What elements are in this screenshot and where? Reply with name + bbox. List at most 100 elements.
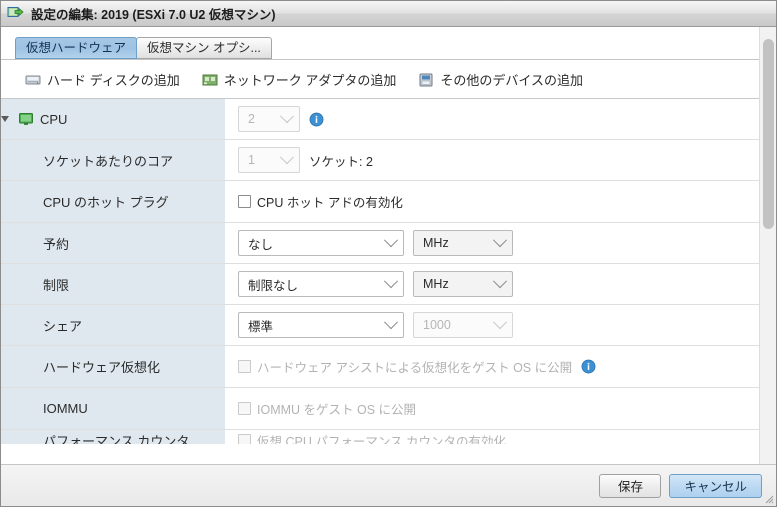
add-hard-disk-label: ハード ディスクの追加 bbox=[47, 73, 180, 88]
chevron-down-icon bbox=[383, 315, 399, 330]
tab-bar: 仮想ハードウェア 仮想マシン オプシ... bbox=[1, 27, 759, 59]
save-button-label: 保存 bbox=[617, 480, 643, 494]
settings-row-cpu-hot-plug: CPU のホット プラグ CPU ホット アドの有効化 bbox=[1, 181, 759, 223]
limit-label-cell: 制限 bbox=[1, 264, 226, 304]
cpu-monitor-icon bbox=[19, 113, 33, 125]
reservation-unit-value: MHz bbox=[423, 236, 449, 250]
settings-row-reservation: 予約 なし MHz bbox=[1, 223, 759, 264]
checkbox-box-icon bbox=[238, 195, 251, 208]
reservation-label-cell: 予約 bbox=[1, 223, 226, 263]
limit-value-cell: 制限なし MHz bbox=[226, 264, 759, 304]
iommu-label: IOMMU bbox=[43, 401, 88, 416]
save-button[interactable]: 保存 bbox=[599, 473, 662, 498]
settings-table: CPU 2 ソケットあたりのコア 1 ソケット: 2 CPU のホット プラグ … bbox=[1, 98, 759, 444]
vertical-scrollbar[interactable] bbox=[759, 27, 776, 464]
iommu-value-cell: IOMMU をゲスト OS に公開 bbox=[226, 388, 759, 429]
enable-virtual-cpu-perf-counters-label: 仮想 CPU パフォーマンス カウンタの有効化 bbox=[257, 435, 507, 444]
settings-row-cores-per-socket: ソケットあたりのコア 1 ソケット: 2 bbox=[1, 140, 759, 181]
chevron-down-icon bbox=[383, 274, 399, 289]
settings-row-hardware-virtualization: ハードウェア仮想化 ハードウェア アシストによる仮想化をゲスト OS に公開 bbox=[1, 346, 759, 388]
sockets-note: ソケット: 2 bbox=[309, 154, 373, 169]
shares-label: シェア bbox=[43, 318, 83, 334]
limit-value: 制限なし bbox=[248, 278, 299, 293]
performance-counters-label: パフォーマンス カウンタ bbox=[43, 434, 190, 444]
checkbox-box-icon bbox=[238, 360, 251, 373]
virtual-machine-icon bbox=[7, 6, 24, 17]
add-other-device-label: その他のデバイスの追加 bbox=[440, 73, 583, 88]
expose-hardware-assist-label: ハードウェア アシストによる仮想化をゲスト OS に公開 bbox=[257, 361, 573, 375]
expose-iommu-checkbox[interactable]: IOMMU をゲスト OS に公開 bbox=[238, 399, 416, 418]
add-hard-disk-button[interactable]: ハード ディスクの追加 bbox=[25, 70, 180, 89]
shares-amount-select[interactable]: 1000 bbox=[413, 312, 513, 338]
cpu-count-value: 2 bbox=[248, 112, 255, 126]
cores-per-socket-select[interactable]: 1 bbox=[238, 147, 300, 173]
hardware-virtualization-label-cell: ハードウェア仮想化 bbox=[1, 346, 226, 387]
tab-virtual-hardware[interactable]: 仮想ハードウェア bbox=[15, 37, 138, 59]
expose-iommu-label: IOMMU をゲスト OS に公開 bbox=[257, 403, 417, 417]
tab-vm-options-label: 仮想マシン オプシ... bbox=[147, 41, 261, 55]
shares-select[interactable]: 標準 bbox=[238, 312, 404, 338]
add-network-adapter-button[interactable]: ネットワーク アダプタの追加 bbox=[202, 70, 397, 89]
add-device-toolbar: ハード ディスクの追加 ネットワーク アダプタの追加 その他のデバイスの追加 bbox=[1, 60, 759, 98]
settings-row-limit: 制限 制限なし MHz bbox=[1, 264, 759, 305]
info-icon[interactable] bbox=[309, 112, 324, 127]
scrollbar-thumb[interactable] bbox=[763, 39, 774, 229]
cpu-count-select[interactable]: 2 bbox=[238, 106, 300, 132]
settings-row-performance-counters: パフォーマンス カウンタ 仮想 CPU パフォーマンス カウンタの有効化 bbox=[1, 430, 759, 444]
resize-grip-icon[interactable] bbox=[762, 492, 774, 504]
cpu-hot-plug-label-cell: CPU のホット プラグ bbox=[1, 181, 226, 222]
reservation-value: なし bbox=[248, 237, 274, 252]
cores-per-socket-value-cell: 1 ソケット: 2 bbox=[226, 140, 759, 180]
shares-value: 標準 bbox=[248, 319, 274, 334]
network-adapter-icon bbox=[202, 74, 218, 85]
chevron-down-icon bbox=[279, 150, 295, 165]
settings-row-cpu: CPU 2 bbox=[1, 99, 759, 140]
limit-label: 制限 bbox=[43, 277, 70, 293]
tab-vm-options[interactable]: 仮想マシン オプシ... bbox=[136, 37, 272, 59]
reservation-select[interactable]: なし bbox=[238, 230, 404, 256]
hardware-virtualization-label: ハードウェア仮想化 bbox=[43, 360, 161, 375]
title-bar: 設定の編集: 2019 (ESXi 7.0 U2 仮想マシン) bbox=[1, 1, 776, 27]
cancel-button-label: キャンセル bbox=[684, 480, 747, 494]
chevron-down-icon bbox=[492, 274, 508, 289]
performance-counters-label-cell: パフォーマンス カウンタ bbox=[1, 430, 226, 444]
cpu-hot-plug-label: CPU のホット プラグ bbox=[43, 195, 169, 210]
dialog-footer: 保存 キャンセル bbox=[1, 465, 776, 506]
cpu-hot-add-checkbox[interactable]: CPU ホット アドの有効化 bbox=[238, 192, 403, 211]
chevron-down-icon bbox=[492, 233, 508, 248]
reservation-unit-select[interactable]: MHz bbox=[413, 230, 513, 256]
expose-hardware-assist-checkbox[interactable]: ハードウェア アシストによる仮想化をゲスト OS に公開 bbox=[238, 357, 572, 376]
shares-value-cell: 標準 1000 bbox=[226, 305, 759, 345]
limit-unit-value: MHz bbox=[423, 277, 449, 291]
cpu-row-label-cell: CPU bbox=[1, 99, 226, 139]
dialog-body: 仮想ハードウェア 仮想マシン オプシ... ハード ディスクの追加 ネットワーク… bbox=[1, 27, 776, 465]
shares-label-cell: シェア bbox=[1, 305, 226, 345]
add-other-device-button[interactable]: その他のデバイスの追加 bbox=[418, 70, 583, 89]
chevron-down-icon bbox=[492, 315, 508, 330]
cancel-button[interactable]: キャンセル bbox=[669, 473, 762, 498]
reservation-label: 予約 bbox=[43, 236, 70, 252]
settings-row-shares: シェア 標準 1000 bbox=[1, 305, 759, 346]
add-network-adapter-label: ネットワーク アダプタの追加 bbox=[223, 73, 397, 88]
chevron-down-icon bbox=[383, 233, 399, 248]
other-device-icon bbox=[419, 73, 433, 86]
edit-settings-dialog: 設定の編集: 2019 (ESXi 7.0 U2 仮想マシン) 仮想ハードウェア… bbox=[0, 0, 777, 507]
cpu-row-value-cell: 2 bbox=[226, 99, 759, 139]
limit-unit-select[interactable]: MHz bbox=[413, 271, 513, 297]
shares-amount-value: 1000 bbox=[423, 318, 451, 332]
reservation-value-cell: なし MHz bbox=[226, 223, 759, 263]
cores-per-socket-label: ソケットあたりのコア bbox=[43, 153, 174, 169]
limit-select[interactable]: 制限なし bbox=[238, 271, 404, 297]
cpu-hot-plug-value-cell: CPU ホット アドの有効化 bbox=[226, 181, 759, 222]
chevron-down-icon[interactable] bbox=[1, 116, 9, 122]
chevron-down-icon bbox=[279, 109, 295, 124]
performance-counters-value-cell: 仮想 CPU パフォーマンス カウンタの有効化 bbox=[226, 430, 759, 444]
tab-virtual-hardware-label: 仮想ハードウェア bbox=[26, 41, 127, 55]
enable-virtual-cpu-perf-counters-checkbox[interactable]: 仮想 CPU パフォーマンス カウンタの有効化 bbox=[238, 431, 506, 444]
checkbox-box-icon bbox=[238, 434, 251, 444]
hardware-virtualization-value-cell: ハードウェア アシストによる仮想化をゲスト OS に公開 bbox=[226, 346, 759, 387]
settings-row-iommu: IOMMU IOMMU をゲスト OS に公開 bbox=[1, 388, 759, 430]
info-icon[interactable] bbox=[581, 359, 596, 374]
window-title: 設定の編集: 2019 (ESXi 7.0 U2 仮想マシン) bbox=[31, 8, 276, 22]
cpu-row-label: CPU bbox=[40, 111, 68, 127]
